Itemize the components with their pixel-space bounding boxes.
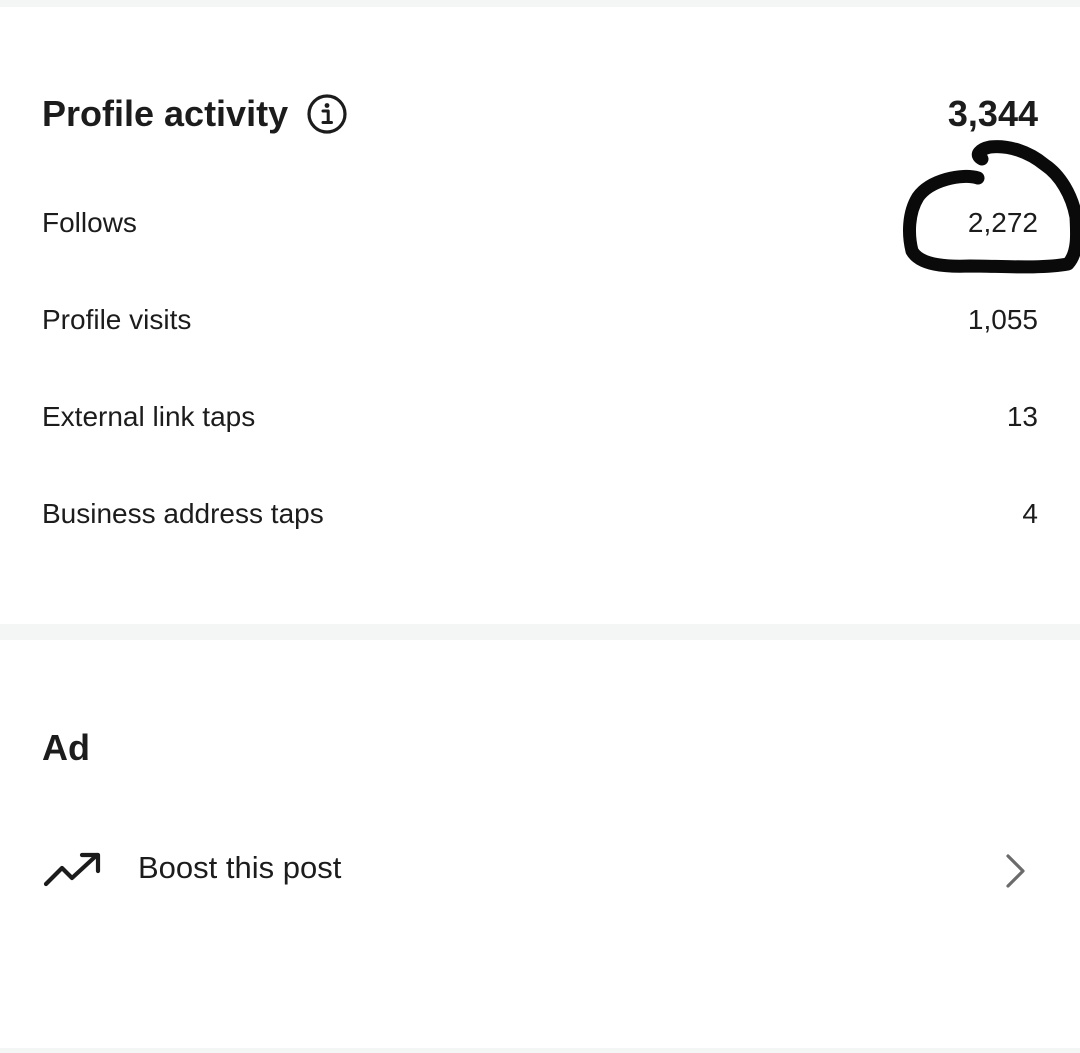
- profile-activity-total: 3,344: [947, 93, 1038, 134]
- metric-label: Business address taps: [42, 498, 324, 529]
- metric-value: 4: [1022, 498, 1038, 529]
- metric-row-external-link-taps: External link taps 13: [0, 389, 1080, 445]
- metric-label: External link taps: [42, 401, 256, 432]
- trending-up-icon: [43, 852, 101, 887]
- metric-row-business-address-taps: Business address taps 4: [0, 486, 1080, 542]
- boost-post-label: Boost this post: [138, 850, 342, 885]
- metric-label: Follows: [42, 207, 137, 238]
- chevron-right-icon: [1006, 854, 1025, 888]
- metric-value: 13: [1006, 401, 1038, 432]
- metric-row-follows: Follows 2,272: [0, 195, 1080, 251]
- ad-section-title: Ad: [42, 727, 90, 768]
- boost-post-button[interactable]: Boost this post: [0, 830, 1080, 910]
- ad-card: Ad Boost this post: [0, 640, 1080, 1048]
- profile-activity-card: Profile activity 3,344 Follows 2,272 Pro…: [0, 7, 1080, 624]
- profile-activity-title: Profile activity: [42, 93, 289, 134]
- metric-value: 1,055: [967, 304, 1038, 335]
- info-icon[interactable]: [306, 93, 348, 135]
- metric-value: 2,272: [967, 207, 1038, 238]
- metric-row-profile-visits: Profile visits 1,055: [0, 292, 1080, 348]
- metric-label: Profile visits: [42, 304, 192, 335]
